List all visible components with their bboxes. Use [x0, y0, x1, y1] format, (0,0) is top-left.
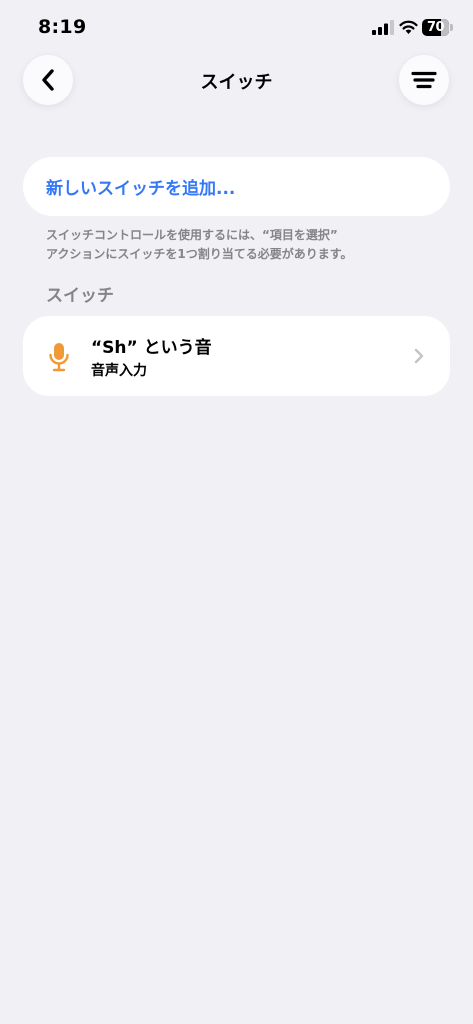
microphone-icon — [49, 343, 69, 372]
footnote-line-2: アクションにスイッチを1つ割り当てる必要があります。 — [46, 247, 353, 261]
battery-level: 70 — [422, 19, 449, 36]
battery-cap — [450, 24, 453, 31]
switch-list-item[interactable]: “Sh” という音 音声入力 — [23, 316, 450, 396]
add-switch-button[interactable]: 新しいスイッチを追加... — [23, 157, 450, 216]
battery-icon: 70 — [422, 19, 454, 36]
switch-title: “Sh” という音 — [91, 338, 212, 358]
menu-button[interactable] — [399, 55, 449, 105]
add-switch-label: 新しいスイッチを追加... — [46, 179, 236, 199]
switch-footnote: スイッチコントロールを使用するには、“項目を選択” アクションにスイッチを1つ割… — [46, 226, 446, 264]
status-bar: 8:19 70 — [0, 0, 473, 56]
battery-percent: 70 — [426, 20, 445, 35]
cellular-signal-icon — [372, 20, 394, 35]
status-time: 8:19 — [38, 16, 87, 38]
footnote-line-1: スイッチコントロールを使用するには、“項目を選択” — [46, 228, 338, 242]
wifi-icon — [399, 20, 418, 34]
chevron-right-icon — [414, 348, 424, 364]
switch-subtitle: 音声入力 — [91, 363, 147, 379]
section-header-switches: スイッチ — [46, 286, 114, 306]
menu-lines-icon — [411, 71, 437, 89]
